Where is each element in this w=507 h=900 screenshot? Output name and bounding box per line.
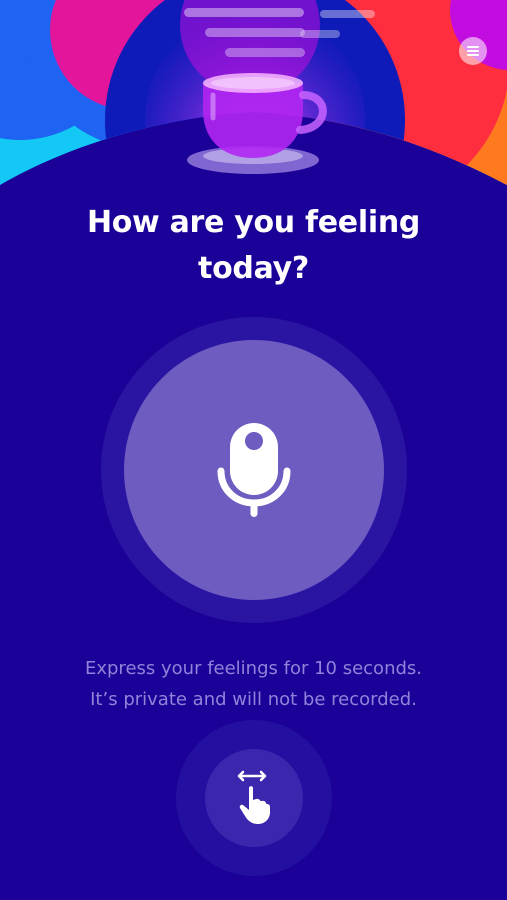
horizontal-arrows-icon — [237, 770, 267, 782]
swipe-hand-icon — [237, 770, 270, 824]
swipe-hint-button[interactable] — [205, 749, 303, 847]
mood-check-screen: How are you feeling today? Express your … — [0, 0, 507, 900]
instructions-text: Express your feelings for 10 seconds. It… — [0, 653, 507, 715]
menu-button[interactable] — [459, 37, 487, 65]
page-title: How are you feeling today? — [0, 200, 507, 292]
record-mic-button[interactable] — [124, 340, 384, 600]
coffee-cup-icon — [187, 73, 327, 174]
hamburger-menu-icon — [467, 46, 479, 56]
microphone-icon — [217, 423, 291, 517]
instructions-line-1: Express your feelings for 10 seconds. — [84, 658, 423, 679]
page-title-line-1: How are you feeling — [86, 205, 421, 240]
page-title-line-2: today? — [198, 251, 309, 286]
instructions-line-2: It’s private and will not be recorded. — [90, 689, 417, 710]
header-illustration — [0, 0, 507, 185]
